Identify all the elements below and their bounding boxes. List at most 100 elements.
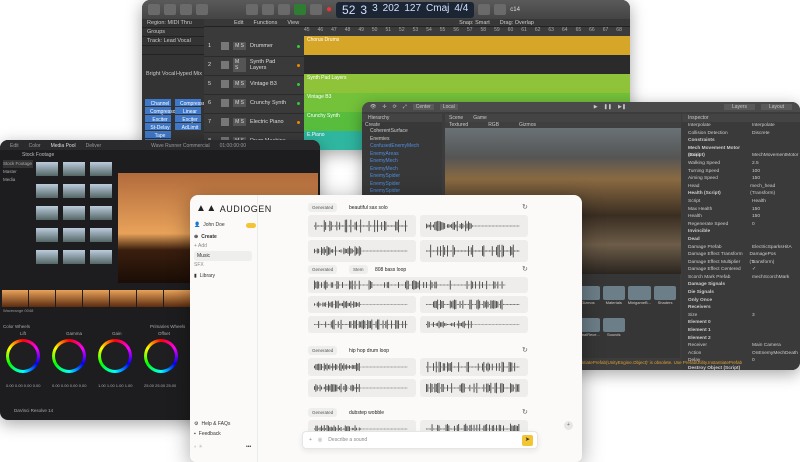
- inspector-row[interactable]: Receivers: [682, 304, 800, 312]
- regenerate-icon[interactable]: ↻: [522, 408, 528, 416]
- hierarchy-item[interactable]: EnemyAreas: [362, 151, 442, 159]
- help-button[interactable]: [180, 4, 192, 15]
- media-thumbnail[interactable]: [36, 162, 58, 176]
- clip-thumbnail[interactable]: [83, 290, 109, 307]
- media-thumbnail[interactable]: [90, 162, 112, 176]
- asset-folder[interactable]: Shaders: [654, 286, 676, 315]
- stop-button[interactable]: [278, 4, 290, 15]
- record-icon[interactable]: ●: [326, 4, 332, 15]
- tab-media-pool[interactable]: Media Pool: [51, 143, 76, 147]
- audio-waveform-tile[interactable]: [308, 379, 416, 397]
- clip-thumbnail[interactable]: [2, 290, 28, 307]
- inspector-row[interactable]: Dead: [682, 236, 800, 244]
- menu-functions[interactable]: Functions: [253, 20, 277, 26]
- media-thumbnail[interactable]: [63, 162, 85, 176]
- audio-waveform-tile[interactable]: [308, 358, 416, 376]
- fx-slot[interactable]: Linear EQ: [175, 107, 201, 114]
- media-thumbnail[interactable]: [90, 184, 112, 198]
- hierarchy-item[interactable]: CoherentSurface: [362, 128, 442, 136]
- hierarchy-item[interactable]: EnemySpider: [362, 173, 442, 181]
- tab-scene[interactable]: Scene: [449, 115, 463, 121]
- hierarchy-item[interactable]: EnemyMech: [362, 158, 442, 166]
- audio-waveform-tile[interactable]: [420, 316, 528, 333]
- regenerate-icon[interactable]: ↻: [522, 203, 528, 211]
- hierarchy-item[interactable]: EnemySpider: [362, 181, 442, 189]
- tab-game[interactable]: Game: [473, 115, 487, 121]
- inspector-row[interactable]: Element 1: [682, 327, 800, 335]
- track-header[interactable]: 1M SDrummer: [204, 36, 304, 57]
- pause-button[interactable]: ❚❚: [604, 104, 612, 110]
- audio-waveform-tile[interactable]: [420, 358, 528, 376]
- gizmos-dropdown[interactable]: Gizmos: [519, 122, 536, 128]
- ruler[interactable]: 4546474849505152535455565758596061626364…: [304, 27, 630, 36]
- editors-button[interactable]: [196, 4, 208, 15]
- nav-add[interactable]: + Add: [194, 243, 207, 249]
- hierarchy-item[interactable]: Enemies: [362, 136, 442, 144]
- tuner-button[interactable]: [494, 4, 506, 15]
- inspector-row[interactable]: Collision DetectionDiscrete: [682, 130, 800, 138]
- add-attachment-icon[interactable]: +: [309, 437, 312, 443]
- pause-button[interactable]: [310, 4, 322, 15]
- mute-solo-buttons[interactable]: M S: [233, 80, 246, 88]
- bin-item[interactable]: Media: [3, 176, 33, 184]
- clip-thumbnail[interactable]: [164, 290, 190, 307]
- more-button[interactable]: •••: [246, 444, 251, 450]
- track-header[interactable]: 5M SVintage B3: [204, 74, 304, 95]
- inspector-row[interactable]: Constraints: [682, 137, 800, 145]
- inspector-row[interactable]: Destroy Object (Script): [682, 365, 800, 370]
- lcd-display[interactable]: 52 3 3 202 127 Cmaj 4/4: [336, 2, 474, 18]
- nav-feedback[interactable]: ▪Feedback: [194, 431, 221, 437]
- audio-waveform-tile[interactable]: [420, 215, 528, 237]
- inspector-region[interactable]: Region: MIDI Thru: [142, 19, 204, 28]
- inspector-row[interactable]: Headmech_head (Transform): [682, 183, 800, 191]
- space-toggle[interactable]: Local: [440, 104, 458, 110]
- scroll-to-bottom-button[interactable]: +: [564, 421, 573, 430]
- inspector-row[interactable]: Damage Effect TransformDamagePos (Transf…: [682, 251, 800, 259]
- fx-slot[interactable]: Exciter: [145, 115, 171, 122]
- mute-solo-buttons[interactable]: M S: [233, 42, 246, 50]
- audio-waveform-tile[interactable]: [308, 296, 416, 313]
- media-thumbnail[interactable]: [63, 184, 85, 198]
- media-thumbnail[interactable]: [90, 206, 112, 220]
- nav-create[interactable]: ⊕Create: [194, 234, 217, 240]
- hierarchy-item[interactable]: ConfusedEnemyMech: [362, 143, 442, 151]
- tab-edit[interactable]: Edit: [10, 143, 19, 147]
- inspector-row[interactable]: Die Signals: [682, 289, 800, 297]
- rewind-button[interactable]: [246, 4, 258, 15]
- drag-dropdown[interactable]: Drag: Overlap: [500, 20, 534, 26]
- asset-folder[interactable]: Sounds: [603, 318, 625, 347]
- inspector-row[interactable]: Damage Signals: [682, 281, 800, 289]
- media-thumbnail[interactable]: [63, 250, 85, 264]
- nav-help[interactable]: ⚙Help & FAQs: [194, 421, 230, 427]
- asset-folder[interactable]: MinigameB...: [628, 286, 651, 315]
- inspector-row[interactable]: ReceiverMain Camera: [682, 342, 800, 350]
- audio-waveform-tile[interactable]: [420, 379, 528, 397]
- inspector-row[interactable]: Damage PrefabElectricSparksHitA: [682, 244, 800, 252]
- shading-dropdown[interactable]: Textured: [449, 122, 468, 128]
- inspector-row[interactable]: InterpolateInterpolate: [682, 122, 800, 130]
- move-tool-icon[interactable]: ✛: [382, 104, 386, 110]
- inspector-groups[interactable]: Groups: [142, 28, 204, 37]
- clip-thumbnail[interactable]: [110, 290, 136, 307]
- inspector-row[interactable]: Turning Speed100: [682, 168, 800, 176]
- inspector-row[interactable]: Only Once: [682, 297, 800, 305]
- mute-solo-buttons[interactable]: M S: [233, 58, 246, 72]
- media-thumbnail[interactable]: [36, 250, 58, 264]
- render-mode-dropdown[interactable]: RGB: [488, 122, 499, 128]
- wheels-mode[interactable]: Primaries Wheels: [150, 324, 185, 329]
- nav-library[interactable]: ▮Library: [194, 273, 215, 279]
- inspector-row[interactable]: Health (Script): [682, 190, 800, 198]
- prompt-input[interactable]: Describe a sound: [328, 437, 367, 443]
- menu-edit[interactable]: Edit: [234, 20, 243, 26]
- tab-inspector[interactable]: Inspector: [682, 114, 800, 122]
- color-wheel-lift[interactable]: [6, 339, 40, 373]
- audio-waveform-tile[interactable]: [308, 240, 416, 262]
- console-warning[interactable]: InstantiatePrefab(UnityEngine.Object)' i…: [572, 360, 800, 365]
- mute-solo-buttons[interactable]: M S: [233, 99, 246, 107]
- audio-waveform-tile[interactable]: [308, 316, 416, 333]
- inspector-row[interactable]: ScriptMechMovementMotor: [682, 152, 800, 160]
- fx-slot[interactable]: AdLimit: [175, 123, 201, 130]
- pivot-toggle[interactable]: Center: [413, 104, 434, 110]
- regenerate-icon[interactable]: ↻: [522, 265, 528, 273]
- fx-slot[interactable]: St-Delay: [145, 123, 171, 130]
